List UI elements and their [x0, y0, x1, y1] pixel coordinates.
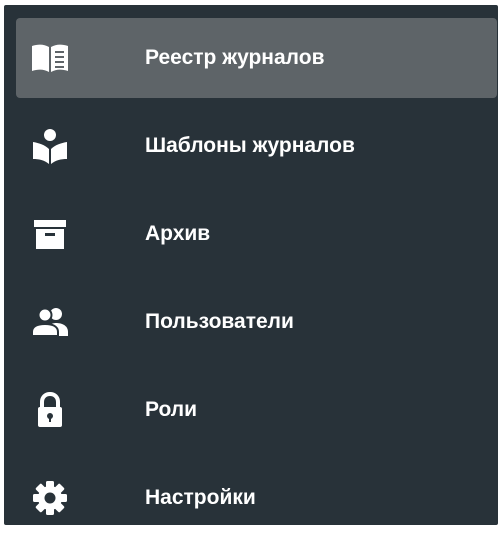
sidebar-item-settings[interactable]: Настройки [16, 458, 497, 538]
app-window: Реестр журналов Шаблоны журналов Архив П… [0, 0, 502, 530]
sidebar-item-label: Архив [145, 222, 211, 245]
lock-icon [28, 388, 72, 432]
users-icon [28, 300, 72, 344]
sidebar-item-label: Настройки [145, 486, 256, 509]
reader-book-icon [28, 124, 72, 168]
sidebar-item-archive[interactable]: Архив [16, 194, 497, 274]
sidebar-item-roles[interactable]: Роли [16, 370, 497, 450]
sidebar-item-label: Реестр журналов [145, 46, 325, 69]
archive-box-icon [28, 212, 72, 256]
sidebar-item-label: Шаблоны журналов [145, 134, 355, 157]
sidebar-item-users[interactable]: Пользователи [16, 282, 497, 362]
sidebar-item-journal-registry[interactable]: Реестр журналов [16, 18, 497, 98]
sidebar-item-label: Роли [145, 398, 198, 421]
sidebar: Реестр журналов Шаблоны журналов Архив П… [4, 5, 498, 525]
sidebar-item-label: Пользователи [145, 310, 294, 333]
open-book-icon [28, 36, 72, 80]
gear-icon [28, 476, 72, 520]
sidebar-item-journal-templates[interactable]: Шаблоны журналов [16, 106, 497, 186]
